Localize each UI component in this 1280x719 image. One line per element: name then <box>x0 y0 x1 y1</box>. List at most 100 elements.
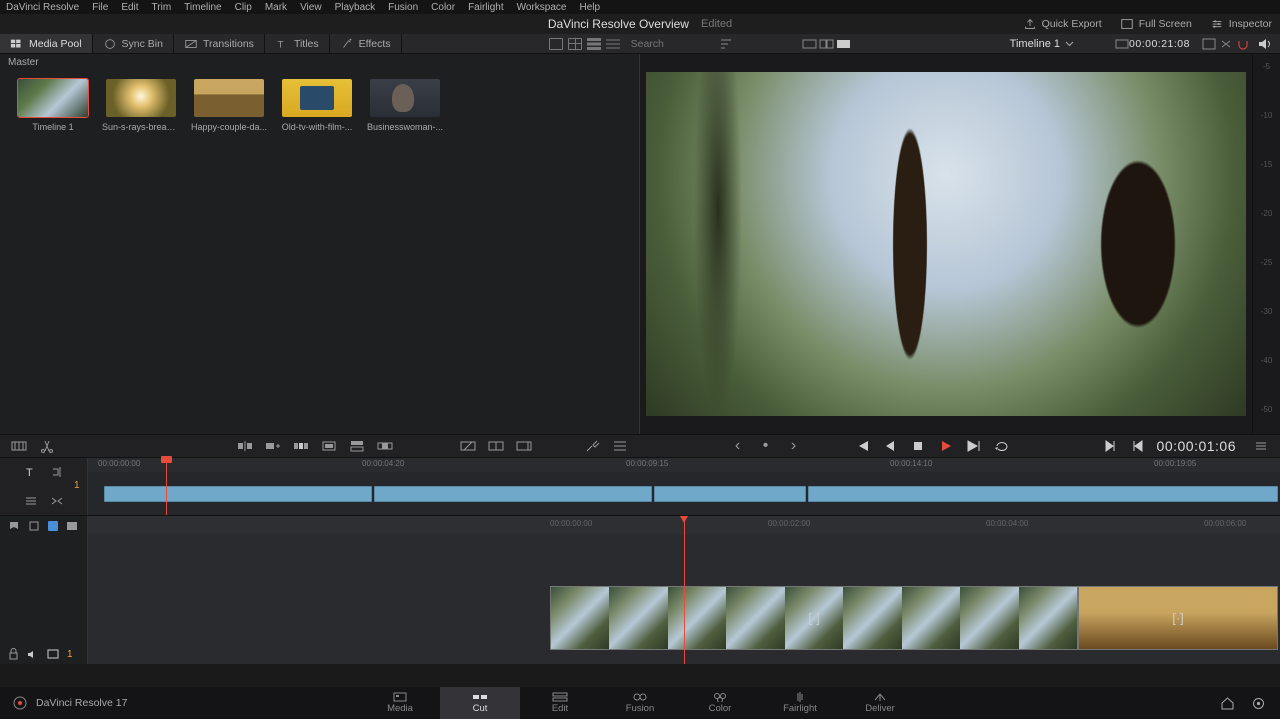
trim-in-icon[interactable] <box>48 464 66 480</box>
video-icon[interactable] <box>47 649 59 659</box>
lock-icon[interactable] <box>8 648 19 660</box>
menu-trim[interactable]: Trim <box>152 2 172 13</box>
list-view-icon[interactable] <box>606 37 621 50</box>
upper-clip-track[interactable] <box>96 486 1272 502</box>
full-screen-button[interactable]: Full Screen <box>1120 17 1192 31</box>
strip-view-icon[interactable] <box>587 37 602 50</box>
menu-view[interactable]: View <box>300 2 322 13</box>
transitions-tab[interactable]: Transitions <box>174 34 265 53</box>
lower-clip[interactable]: [·] <box>550 586 1078 650</box>
quick-export-button[interactable]: Quick Export <box>1023 17 1102 31</box>
inspector-button[interactable]: Inspector <box>1210 17 1272 31</box>
menu-davinci-resolve[interactable]: DaVinci Resolve <box>6 2 79 13</box>
track-sync-icon[interactable] <box>48 493 66 509</box>
append-icon[interactable] <box>264 438 282 454</box>
lower-clip[interactable]: [·] <box>1078 586 1278 650</box>
next-edit-icon[interactable] <box>1101 438 1119 454</box>
next-frame-arrow-icon[interactable]: › <box>785 438 803 454</box>
jump-start-icon[interactable] <box>853 438 871 454</box>
effects-tab[interactable]: Effects <box>330 34 402 53</box>
titles-tab[interactable]: T Titles <box>265 34 330 53</box>
home-icon[interactable] <box>1220 696 1235 711</box>
track-options-icon[interactable] <box>22 493 40 509</box>
place-top-icon[interactable] <box>348 438 366 454</box>
page-tab-color[interactable]: Color <box>680 687 760 719</box>
prev-frame-arrow-icon[interactable]: ‹ <box>729 438 747 454</box>
tl-magnet-icon[interactable] <box>1236 37 1251 50</box>
page-tab-media[interactable]: Media <box>360 687 440 719</box>
page-tab-deliver[interactable]: Deliver <box>840 687 920 719</box>
upper-clip[interactable] <box>374 486 652 502</box>
menu-mark[interactable]: Mark <box>265 2 287 13</box>
tl-settings-icon[interactable] <box>1202 37 1217 50</box>
clip-thumb[interactable]: Timeline 1 <box>14 79 92 132</box>
boring-detector-icon[interactable] <box>10 438 28 454</box>
upper-clip[interactable] <box>808 486 1278 502</box>
menu-timeline[interactable]: Timeline <box>184 2 221 13</box>
clip-thumb[interactable]: Sun-s-rays-breaki... <box>102 79 180 132</box>
settings-icon[interactable] <box>1251 696 1266 711</box>
lower-playhead[interactable] <box>684 516 685 664</box>
menu-file[interactable]: File <box>92 2 108 13</box>
audio-mute-icon[interactable] <box>1257 37 1272 50</box>
timeline-selector[interactable]: Timeline 1 <box>1010 38 1074 50</box>
flag-tool-icon[interactable] <box>28 520 40 532</box>
page-tab-fairlight[interactable]: Fairlight <box>760 687 840 719</box>
source-tl-icon[interactable] <box>836 37 851 50</box>
upper-ruler[interactable]: 00:00:00:0000:00:04:2000:00:09:1500:00:1… <box>88 458 1280 472</box>
upper-clip[interactable] <box>654 486 806 502</box>
step-back-icon[interactable] <box>881 438 899 454</box>
page-tab-fusion[interactable]: Fusion <box>600 687 680 719</box>
split-icon[interactable] <box>38 438 56 454</box>
loop-icon[interactable] <box>993 438 1011 454</box>
menu-fusion[interactable]: Fusion <box>388 2 418 13</box>
ripple-icon[interactable] <box>292 438 310 454</box>
source-clip-icon[interactable] <box>819 37 834 50</box>
menu-playback[interactable]: Playback <box>335 2 376 13</box>
sort-icon[interactable] <box>719 37 734 50</box>
audio-icon[interactable] <box>27 649 39 660</box>
lower-timeline-track-area[interactable]: 00:00:00:0000:00:02:0000:00:04:0000:00:0… <box>88 516 1280 664</box>
menu-clip[interactable]: Clip <box>235 2 252 13</box>
text-tool-icon[interactable]: T <box>22 464 40 480</box>
play-icon[interactable] <box>937 438 955 454</box>
tools-icon[interactable] <box>583 438 601 454</box>
menu-color[interactable]: Color <box>431 2 455 13</box>
prev-edit-icon[interactable] <box>1129 438 1147 454</box>
smart-insert-icon[interactable] <box>236 438 254 454</box>
color-chip[interactable] <box>48 521 58 531</box>
clip-thumb[interactable]: Businesswoman-... <box>366 79 444 132</box>
menu-help[interactable]: Help <box>579 2 600 13</box>
search-input[interactable] <box>625 38 715 50</box>
dissolve-icon[interactable] <box>459 438 477 454</box>
upper-playhead[interactable] <box>166 458 167 515</box>
tl-options-icon[interactable] <box>1252 438 1270 454</box>
list-icon[interactable] <box>611 438 629 454</box>
menu-edit[interactable]: Edit <box>121 2 138 13</box>
upper-clip[interactable] <box>104 486 372 502</box>
viewer-panel[interactable] <box>640 54 1252 434</box>
marker-tool-icon[interactable] <box>8 520 20 532</box>
jump-end-icon[interactable] <box>965 438 983 454</box>
menu-workspace[interactable]: Workspace <box>517 2 567 13</box>
snap-icon[interactable] <box>66 521 78 531</box>
clip-thumb[interactable]: Old-tv-with-film-... <box>278 79 356 132</box>
bin-label[interactable]: Master <box>0 54 639 71</box>
upper-timeline-track-area[interactable]: 00:00:00:0000:00:04:2000:00:09:1500:00:1… <box>88 458 1280 515</box>
smooth-cut-icon[interactable] <box>515 438 533 454</box>
media-pool-tab[interactable]: Media Pool <box>0 34 93 53</box>
page-tab-edit[interactable]: Edit <box>520 687 600 719</box>
clip-thumb[interactable]: Happy-couple-da... <box>190 79 268 132</box>
cut-icon[interactable] <box>487 438 505 454</box>
menu-fairlight[interactable]: Fairlight <box>468 2 504 13</box>
stop-icon[interactable] <box>909 438 927 454</box>
source-tape-icon[interactable] <box>802 37 817 50</box>
tc-source-icon[interactable] <box>1114 37 1129 50</box>
closeup-icon[interactable] <box>320 438 338 454</box>
metadata-view-icon[interactable] <box>549 37 564 50</box>
source-overwrite-icon[interactable] <box>376 438 394 454</box>
page-tab-cut[interactable]: Cut <box>440 687 520 719</box>
tl-delete-icon[interactable] <box>1219 37 1234 50</box>
sync-bin-tab[interactable]: Sync Bin <box>93 34 174 53</box>
thumb-view-icon[interactable] <box>568 37 583 50</box>
